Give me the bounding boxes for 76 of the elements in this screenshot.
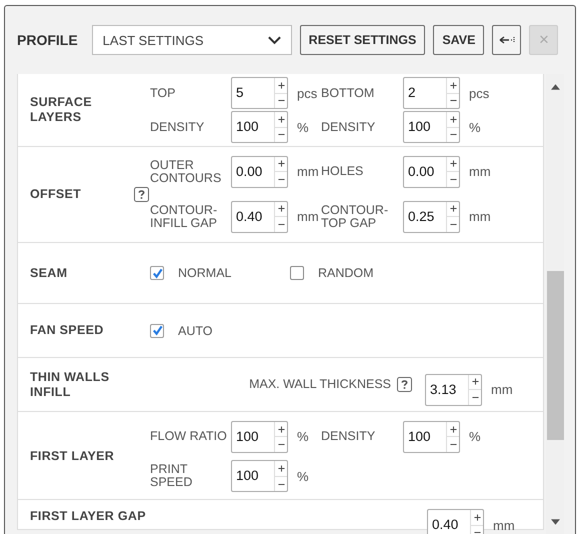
section-title: SURFACE LAYERS <box>30 95 93 125</box>
plus-icon <box>450 205 456 212</box>
unit-label: mm <box>468 164 492 179</box>
unit-label: % <box>468 120 482 134</box>
unit-label: % <box>468 429 482 444</box>
help-icon[interactable] <box>397 377 412 392</box>
help-icon[interactable] <box>134 186 149 202</box>
field-label: OUTER CONTOURS <box>150 158 222 184</box>
plus-icon <box>278 465 284 472</box>
profile-select[interactable]: LAST SETTINGS <box>92 25 292 55</box>
back-button[interactable] <box>492 25 522 55</box>
section-title: FIRST LAYER GAP <box>30 509 146 524</box>
plus-icon <box>450 160 456 168</box>
plus-icon <box>278 426 284 432</box>
number-field[interactable]: 2 <box>403 77 460 109</box>
header-button[interactable]: SAVE <box>433 25 484 55</box>
section-title: OFFSET <box>30 186 82 202</box>
section-title: THIN WALLS INFILL <box>30 370 110 400</box>
plus-icon <box>278 82 284 89</box>
section-title: FAN SPEED <box>30 323 105 338</box>
plus-icon <box>450 82 456 89</box>
chevron-down-icon <box>268 36 281 44</box>
checkbox-label: AUTO <box>178 324 212 338</box>
checkbox[interactable] <box>150 324 164 338</box>
checkbox-label: RANDOM <box>318 266 374 280</box>
unit-label: % <box>296 429 310 444</box>
field-label: CONTOUR-TOP GAP <box>320 204 390 230</box>
plus-icon <box>450 426 456 432</box>
section-title: SEAM <box>30 266 68 280</box>
arrow-left-icon <box>498 36 515 44</box>
scroll-down-icon[interactable] <box>550 519 560 525</box>
field-label: PRINT SPEED <box>150 463 194 490</box>
minus-icon <box>278 441 284 448</box>
checkbox[interactable] <box>290 266 304 280</box>
field-label: CONTOUR-INFILL GAP <box>150 204 218 230</box>
number-field[interactable]: 0.40 <box>231 200 288 232</box>
number-field[interactable]: 100 <box>231 420 288 453</box>
plus-icon <box>450 116 456 123</box>
field-label: DENSITY <box>320 430 376 444</box>
unit-label: pcs <box>468 86 490 100</box>
checkbox-label: NORMAL <box>178 266 232 280</box>
checkbox[interactable] <box>150 266 164 280</box>
unit-label: mm <box>468 209 492 224</box>
unit-label: % <box>296 120 310 134</box>
plus-icon <box>278 160 284 168</box>
number-field[interactable]: 100 <box>403 111 460 143</box>
minus-icon <box>474 529 480 534</box>
unit-label: mm <box>490 382 514 397</box>
plus-icon <box>278 116 284 123</box>
section-title: FIRST LAYER <box>30 449 116 464</box>
field-label: DENSITY <box>150 120 206 134</box>
number-field[interactable]: 100 <box>231 460 288 492</box>
plus-icon <box>474 514 480 521</box>
number-field[interactable]: 0.00 <box>231 156 288 188</box>
number-field[interactable]: 100 <box>231 111 288 143</box>
plus-icon <box>278 205 284 212</box>
field-label: TOP <box>150 86 176 100</box>
unit-label: % <box>296 468 310 484</box>
number-field[interactable]: 5 <box>231 77 288 109</box>
number-field[interactable]: 0.40 <box>427 509 484 534</box>
field-label: MAX. WALL THICKNESS <box>249 378 391 391</box>
number-field[interactable]: 3.13 <box>425 374 482 406</box>
field-label: HOLES <box>320 165 364 178</box>
header-button[interactable]: RESET SETTINGS <box>300 25 426 55</box>
field-label: BOTTOM <box>320 86 376 100</box>
scroll-up-icon[interactable] <box>550 84 560 90</box>
number-field[interactable]: 0.25 <box>403 200 460 232</box>
unit-label: mm <box>492 518 516 532</box>
minus-icon <box>450 441 456 448</box>
profile-label: PROFILE <box>17 32 78 48</box>
field-label: FLOW RATIO <box>150 430 228 444</box>
plus-icon <box>472 378 478 386</box>
scrollbar-thumb[interactable] <box>546 271 564 440</box>
number-field[interactable]: 0.00 <box>403 156 460 188</box>
field-label: DENSITY <box>320 120 376 134</box>
number-field[interactable]: 100 <box>403 420 460 453</box>
